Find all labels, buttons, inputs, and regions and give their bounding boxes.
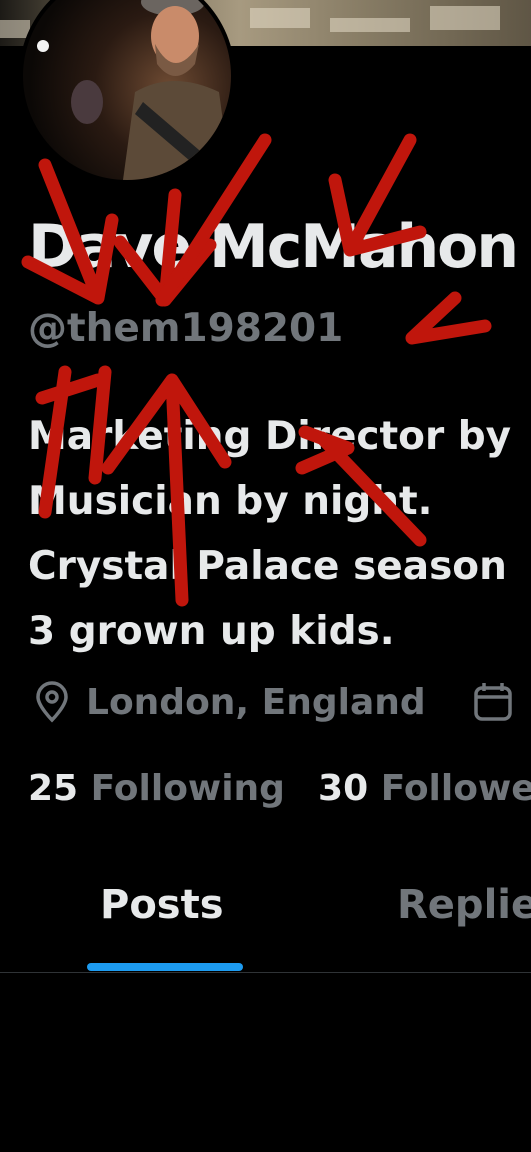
avatar-image (23, 0, 231, 180)
followers-count: 30 (318, 768, 369, 809)
tab-replies[interactable]: Replie (397, 882, 531, 928)
arrow-annotation (405, 291, 492, 345)
joined-item (471, 680, 527, 724)
calendar-icon (471, 680, 515, 724)
followers-link[interactable]: 30 Followe (318, 768, 531, 809)
map-pin-icon (30, 680, 74, 724)
following-label: Following (90, 768, 285, 809)
following-link[interactable]: 25 Following (28, 768, 285, 809)
following-count: 25 (28, 768, 79, 809)
tabs-divider (0, 972, 531, 973)
profile-meta: London, England (30, 680, 531, 724)
tab-posts[interactable]: Posts (100, 882, 224, 928)
followers-label: Followe (380, 768, 531, 809)
bio-line: Musician by night. (28, 479, 433, 524)
avatar[interactable] (19, 0, 235, 184)
active-tab-indicator (87, 963, 243, 971)
follow-stats: 25 Following 30 Followe (28, 768, 531, 809)
bio-line: Marketing Director by (28, 414, 512, 459)
profile-handle: @them198201 (28, 306, 344, 351)
profile-tabs: Posts Replie (0, 860, 531, 973)
bio-line: Crystal Palace season (28, 544, 507, 589)
location-item: London, England (30, 680, 426, 724)
profile-bio: Marketing Director by Musician by night.… (28, 404, 531, 664)
profile-name: Dave McMahon (28, 212, 519, 282)
bio-line: 3 grown up kids. (28, 609, 395, 654)
location-text: London, England (86, 681, 426, 723)
